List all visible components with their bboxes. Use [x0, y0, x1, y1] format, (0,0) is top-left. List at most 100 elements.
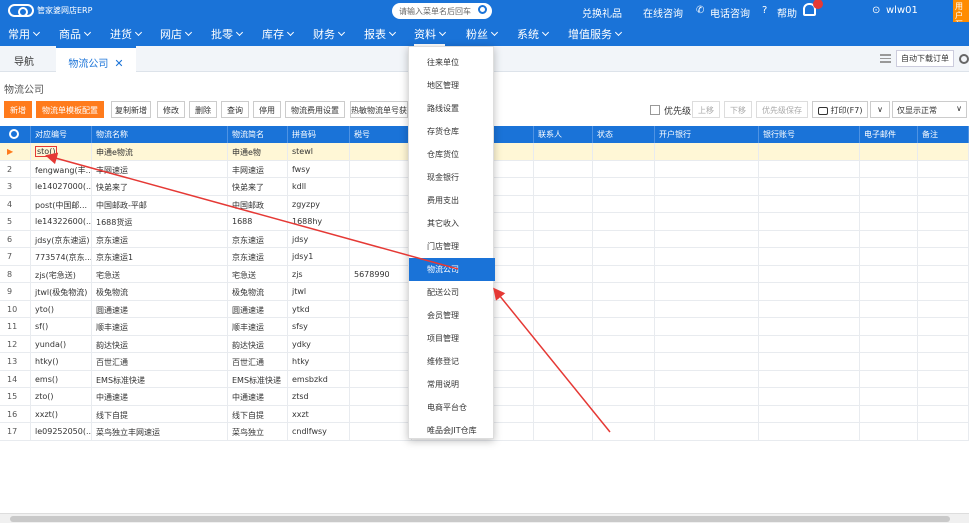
empty-cell[interactable] — [860, 195, 918, 212]
pinyin-cell[interactable]: fwsy — [288, 160, 350, 177]
code-cell[interactable]: xxzt() — [31, 405, 92, 422]
empty-cell[interactable] — [759, 283, 860, 300]
name-cell[interactable]: EMS标准快递 — [92, 370, 228, 387]
empty-cell[interactable] — [918, 248, 969, 265]
menu-item-4[interactable]: 存货仓库 — [409, 120, 495, 143]
name-cell[interactable]: 京东速运1 — [92, 248, 228, 265]
empty-cell[interactable] — [759, 370, 860, 387]
empty-cell[interactable] — [534, 300, 593, 317]
empty-cell[interactable] — [593, 405, 655, 422]
code-cell[interactable]: le14027000(... — [31, 178, 92, 195]
nav-finance[interactable]: 财务 — [313, 26, 346, 42]
short-name-cell[interactable]: 圆通速递 — [228, 300, 288, 317]
empty-cell[interactable] — [655, 423, 759, 440]
auto-download-button[interactable]: 自动下载订单 — [896, 50, 954, 67]
tax-cell[interactable] — [350, 143, 412, 160]
code-cell[interactable]: le09252050(... — [31, 423, 92, 440]
fee-settings-button[interactable]: 物流费用设置 — [285, 101, 345, 118]
empty-cell[interactable] — [918, 265, 969, 282]
close-icon[interactable]: ✕ — [114, 57, 123, 70]
pinyin-cell[interactable]: jdsy1 — [288, 248, 350, 265]
empty-cell[interactable] — [655, 230, 759, 247]
empty-cell[interactable] — [918, 335, 969, 352]
empty-cell[interactable] — [759, 230, 860, 247]
empty-cell[interactable] — [593, 143, 655, 160]
empty-cell[interactable] — [534, 353, 593, 370]
empty-cell[interactable] — [534, 283, 593, 300]
empty-cell[interactable] — [759, 353, 860, 370]
empty-cell[interactable] — [918, 160, 969, 177]
column-header-contact-col[interactable]: 联系人 — [534, 126, 593, 143]
name-cell[interactable]: 百世汇通 — [92, 353, 228, 370]
empty-cell[interactable] — [655, 405, 759, 422]
menu-item-6[interactable]: 现金银行 — [409, 166, 495, 189]
empty-cell[interactable] — [593, 230, 655, 247]
name-cell[interactable]: 中国邮政-平邮 — [92, 195, 228, 212]
online-consult-link[interactable]: 在线咨询 — [643, 5, 683, 20]
tax-cell[interactable] — [350, 370, 412, 387]
print-button[interactable]: 打印(F7) — [812, 101, 868, 118]
menu-item-15[interactable]: 常用说明 — [409, 373, 495, 396]
empty-cell[interactable] — [918, 283, 969, 300]
short-name-cell[interactable]: 快弟来了 — [228, 178, 288, 195]
menu-item-2[interactable]: 地区管理 — [409, 74, 495, 97]
menu-item-8[interactable]: 其它收入 — [409, 212, 495, 235]
empty-cell[interactable] — [759, 300, 860, 317]
empty-cell[interactable] — [655, 265, 759, 282]
move-down-button[interactable]: 下移 — [724, 101, 752, 118]
pinyin-cell[interactable]: xxzt — [288, 405, 350, 422]
short-name-cell[interactable]: 丰网速运 — [228, 160, 288, 177]
code-cell[interactable]: ems() — [31, 370, 92, 387]
empty-cell[interactable] — [860, 335, 918, 352]
column-header-short-col[interactable]: 物流简名 — [228, 126, 288, 143]
tax-cell[interactable] — [350, 405, 412, 422]
name-cell[interactable]: 韵达快运 — [92, 335, 228, 352]
tab-logistics-company[interactable]: 物流公司 ✕ — [56, 46, 136, 72]
menu-item-1[interactable]: 往来单位 — [409, 51, 495, 74]
menu-item-9[interactable]: 门店管理 — [409, 235, 495, 258]
column-header-name-col[interactable]: 物流名称 — [92, 126, 228, 143]
pinyin-cell[interactable]: cndlfwsy — [288, 423, 350, 440]
code-cell[interactable]: jdsy(京东速运) — [31, 230, 92, 247]
delete-button[interactable]: 删除 — [189, 101, 217, 118]
empty-cell[interactable] — [534, 248, 593, 265]
name-cell[interactable]: 丰网速运 — [92, 160, 228, 177]
code-cell[interactable]: sf() — [31, 318, 92, 335]
empty-cell[interactable] — [860, 353, 918, 370]
short-name-cell[interactable]: 中国邮政 — [228, 195, 288, 212]
empty-cell[interactable] — [655, 335, 759, 352]
empty-cell[interactable] — [655, 388, 759, 405]
short-name-cell[interactable]: 顺丰速运 — [228, 318, 288, 335]
priority-save-button[interactable]: 优先级保存 — [756, 101, 808, 118]
empty-cell[interactable] — [918, 423, 969, 440]
empty-cell[interactable] — [655, 178, 759, 195]
empty-cell[interactable] — [593, 318, 655, 335]
empty-cell[interactable] — [593, 248, 655, 265]
pinyin-cell[interactable]: 1688hy — [288, 213, 350, 230]
code-cell[interactable]: yunda() — [31, 335, 92, 352]
copy-add-button[interactable]: 复制新增 — [111, 101, 151, 118]
empty-cell[interactable] — [593, 370, 655, 387]
column-header-status-col[interactable]: 状态 — [593, 126, 655, 143]
empty-cell[interactable] — [593, 335, 655, 352]
tax-cell[interactable] — [350, 178, 412, 195]
empty-cell[interactable] — [593, 353, 655, 370]
short-name-cell[interactable]: 线下自提 — [228, 405, 288, 422]
tax-cell[interactable] — [350, 195, 412, 212]
empty-cell[interactable] — [534, 388, 593, 405]
nav-fans[interactable]: 粉丝 — [466, 26, 499, 42]
pinyin-cell[interactable]: ztsd — [288, 388, 350, 405]
empty-cell[interactable] — [860, 178, 918, 195]
edit-button[interactable]: 修改 — [157, 101, 185, 118]
tax-cell[interactable] — [350, 353, 412, 370]
empty-cell[interactable] — [655, 370, 759, 387]
empty-cell[interactable] — [918, 213, 969, 230]
pinyin-cell[interactable]: stewl — [288, 143, 350, 160]
empty-cell[interactable] — [759, 318, 860, 335]
name-cell[interactable]: 菜鸟独立丰网速运 — [92, 423, 228, 440]
empty-cell[interactable] — [593, 178, 655, 195]
short-name-cell[interactable]: 中通速递 — [228, 388, 288, 405]
empty-cell[interactable] — [534, 195, 593, 212]
empty-cell[interactable] — [593, 265, 655, 282]
tax-cell[interactable] — [350, 213, 412, 230]
